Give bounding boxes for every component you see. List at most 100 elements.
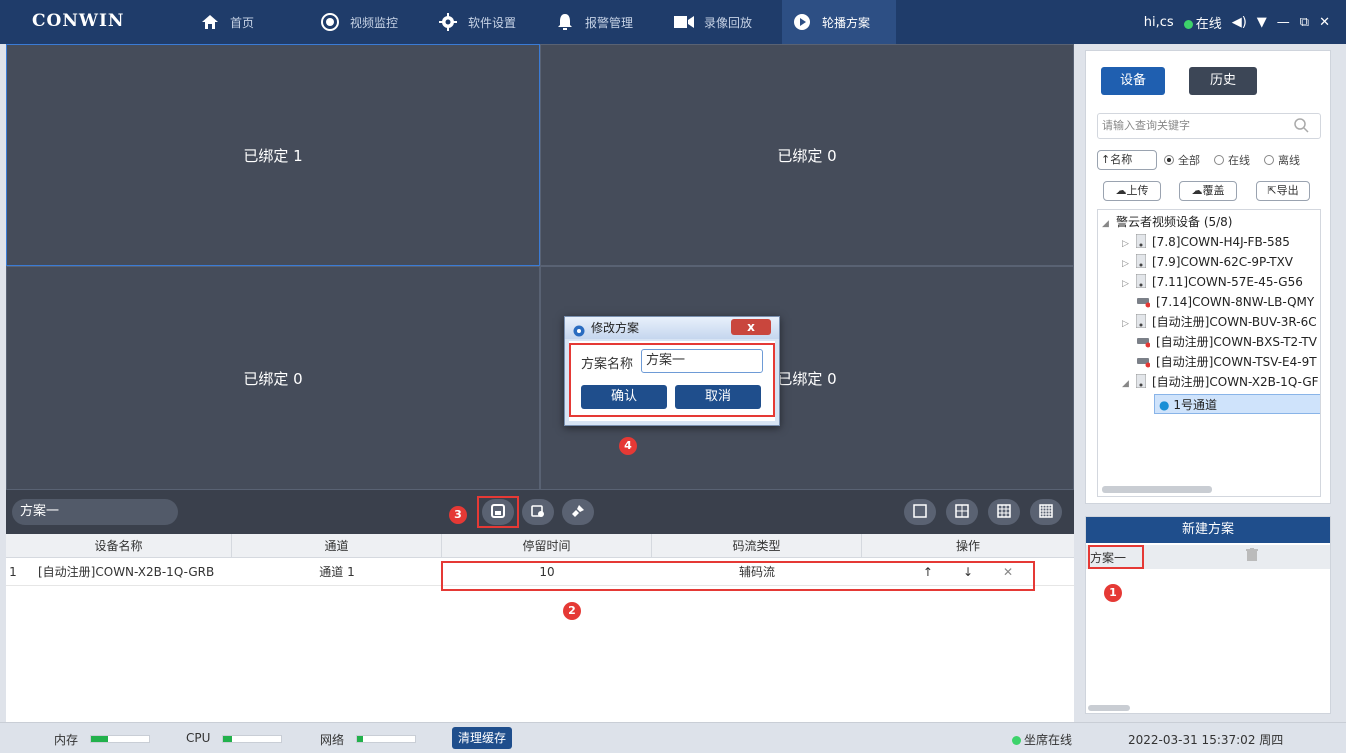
window-controls: hi,cs 在线 ◀) ▼ — ⧉ ✕ [1134, 0, 1346, 44]
expand-icon[interactable]: ▷ [1122, 314, 1136, 334]
cloud-upload-icon: ☁ [1115, 184, 1127, 197]
sort-by-name-button[interactable]: ↑名称 [1097, 150, 1157, 170]
layout-1-button[interactable] [904, 499, 936, 525]
online-dot-icon [1183, 19, 1193, 29]
edit-scheme-dialog: 修改方案 x 方案名称 方案一 确认 取消 [564, 316, 780, 426]
top-bar: CONWIN 首页 视频监控 软件设置 报警管理 录像回放 轮播方案 hi,cs… [0, 0, 1346, 44]
nav-home[interactable]: 首页 [190, 0, 264, 44]
highlight-dialog [569, 343, 775, 417]
nav-software-settings[interactable]: 软件设置 [428, 0, 526, 44]
play-icon [792, 12, 812, 32]
layout-9-icon [997, 503, 1011, 521]
cpu-meter-fill [223, 736, 232, 742]
network-meter [356, 735, 416, 743]
collapse-icon[interactable]: ◢ [1122, 374, 1136, 394]
new-scheme-button[interactable]: 新建方案 [1086, 517, 1330, 543]
collapse-icon[interactable]: ◢ [1102, 214, 1116, 234]
tree-item[interactable]: ◢ [自动注册]COWN-X2B-1Q-GF [1122, 372, 1319, 392]
nav-video-monitor[interactable]: 视频监控 [310, 0, 408, 44]
col-stream-type: 码流类型 [652, 534, 862, 558]
restore-icon[interactable]: ⧉ [1300, 15, 1309, 30]
tree-item-label: [自动注册]COWN-TSV-E4-9T [1156, 355, 1317, 369]
highlight-scheme-item [1088, 545, 1144, 569]
tree-item[interactable]: [自动注册]COWN-TSV-E4-9T [1136, 352, 1317, 372]
tree-item[interactable]: ▷ [7.11]COWN-57E-45-G56 [1122, 272, 1303, 292]
expand-icon[interactable]: ▷ [1122, 274, 1136, 294]
tree-item[interactable]: ▷ [7.8]COWN-H4J-FB-585 [1122, 232, 1290, 252]
filter-online-radio[interactable]: 在线 [1214, 152, 1250, 168]
tree-item[interactable]: ▷ [7.9]COWN-62C-9P-TXV [1122, 252, 1293, 272]
device-icon [1135, 253, 1148, 269]
layout-4-button[interactable] [946, 499, 978, 525]
tree-root-label: 警云者视频设备 (5/8) [1116, 215, 1233, 229]
sound-icon[interactable]: ◀) [1232, 15, 1247, 30]
clear-button[interactable] [562, 499, 594, 525]
tree-channel-item[interactable]: ● 1号通道 [1154, 394, 1320, 414]
filter-all-radio[interactable]: 全部 [1164, 152, 1200, 168]
tree-item-label: [7.11]COWN-57E-45-G56 [1152, 275, 1303, 289]
export-button[interactable]: ⇱导出 [1256, 181, 1310, 201]
minimize-icon[interactable]: — [1277, 15, 1290, 30]
device-icon [1135, 313, 1148, 329]
user-name[interactable]: hi,cs [1144, 15, 1174, 30]
layout-9-button[interactable] [988, 499, 1020, 525]
row-channel: 通道 1 [319, 565, 355, 579]
tree-item-label: [7.9]COWN-62C-9P-TXV [1152, 255, 1294, 269]
offline-device-icon [1136, 294, 1152, 308]
upload-button[interactable]: ☁上传 [1103, 181, 1161, 201]
tree-item[interactable]: ▷ [自动注册]COWN-BUV-3R-6C [1122, 312, 1317, 332]
tab-history[interactable]: 历史 [1189, 67, 1257, 95]
nav-home-label: 首页 [230, 15, 255, 30]
search-input[interactable]: 请输入查询关键字 [1097, 113, 1321, 139]
video-cell-2[interactable]: 已绑定 0 [540, 44, 1074, 266]
video-cell-1[interactable]: 已绑定 1 [6, 44, 540, 266]
search-icon[interactable] [1293, 117, 1309, 136]
tree-item[interactable]: [自动注册]COWN-BXS-T2-TV [1136, 332, 1317, 352]
highlight-row-settings [441, 561, 1035, 591]
tree-item-label: [自动注册]COWN-BXS-T2-TV [1156, 335, 1317, 349]
step-badge-2: 2 [563, 602, 581, 620]
video-cell-3[interactable]: 已绑定 0 [6, 266, 540, 490]
nav-alarm-management[interactable]: 报警管理 [545, 0, 643, 44]
video-cell-label: 已绑定 0 [243, 369, 303, 388]
radio-icon [1264, 155, 1274, 165]
clear-cache-button[interactable]: 清理缓存 [452, 727, 512, 749]
filter-all-label: 全部 [1178, 154, 1200, 167]
video-grid: 已绑定 1 已绑定 0 已绑定 0 已绑定 0 [6, 44, 1074, 490]
device-icon [1135, 233, 1148, 249]
scheme-scrollbar[interactable] [1088, 705, 1130, 711]
online-status: 在线 [1183, 13, 1222, 32]
save-as-button[interactable] [522, 499, 554, 525]
scheme-name-field[interactable]: 方案一 [12, 499, 178, 525]
scheme-panel: 新建方案 方案一 1 [1085, 516, 1331, 714]
close-icon[interactable]: ✕ [1319, 15, 1330, 30]
device-panel: 设备 历史 请输入查询关键字 ↑名称 全部 在线 离线 ☁上传 ☁覆盖 ⇱导出 … [1085, 50, 1331, 504]
tree-root[interactable]: ◢ 警云者视频设备 (5/8) [1102, 212, 1233, 232]
nav-carousel-scheme[interactable]: 轮播方案 [782, 0, 896, 44]
tab-device[interactable]: 设备 [1101, 67, 1165, 95]
dropdown-icon[interactable]: ▼ [1257, 15, 1267, 30]
nav-playback[interactable]: 录像回放 [664, 0, 762, 44]
layout-16-button[interactable] [1030, 499, 1062, 525]
offline-device-icon [1136, 354, 1152, 368]
cloud-icon: ☁ [1191, 184, 1203, 197]
col-actions: 操作 [955, 539, 980, 553]
tree-scrollbar[interactable] [1102, 486, 1212, 493]
col-dwell-time: 停留时间 [442, 534, 652, 558]
overwrite-button[interactable]: ☁覆盖 [1179, 181, 1237, 201]
layout-1-icon [913, 503, 927, 521]
cpu-meter [222, 735, 282, 743]
expand-icon[interactable]: ▷ [1122, 254, 1136, 274]
nav-software-settings-label: 软件设置 [468, 15, 517, 30]
nav-playback-label: 录像回放 [704, 15, 753, 30]
step-badge-4: 4 [619, 437, 637, 455]
expand-icon[interactable]: ▷ [1122, 234, 1136, 254]
trash-icon[interactable] [1246, 548, 1258, 565]
tree-item[interactable]: [7.14]COWN-8NW-LB-QMY [1136, 292, 1314, 312]
row-device-name: [自动注册]COWN-X2B-1Q-GRB [38, 565, 215, 579]
filter-offline-radio[interactable]: 离线 [1264, 152, 1300, 168]
radio-checked-icon [1164, 155, 1174, 165]
device-icon [1135, 273, 1148, 289]
scheme-toolbar: 方案一 3 [6, 490, 1074, 534]
dialog-close-button[interactable]: x [731, 319, 771, 335]
